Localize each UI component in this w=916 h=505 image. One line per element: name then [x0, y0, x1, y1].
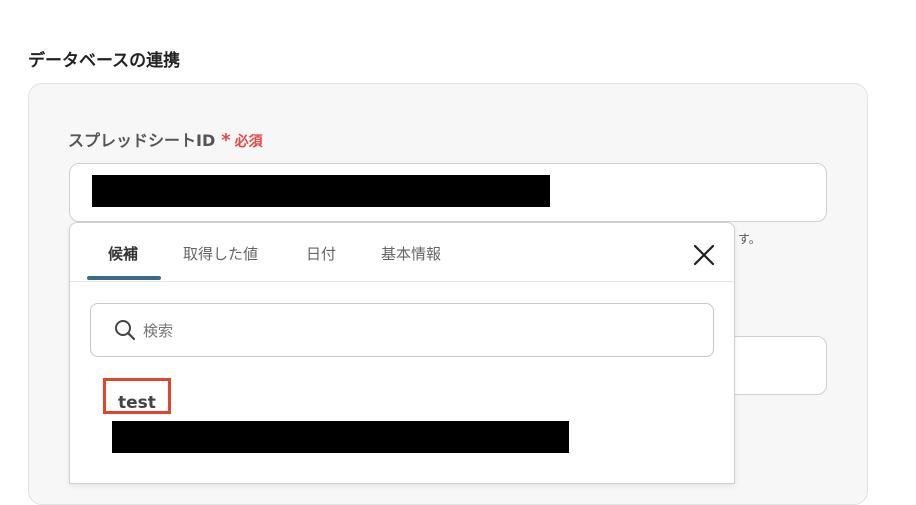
redacted-value	[112, 421, 569, 453]
redacted-value	[92, 175, 550, 207]
tab-candidates[interactable]: 候補	[108, 243, 138, 264]
close-icon[interactable]	[690, 241, 718, 269]
tab-date[interactable]: 日付	[306, 243, 336, 264]
tab-basic-info[interactable]: 基本情報	[381, 243, 441, 264]
section-title: データベースの連携	[28, 51, 181, 71]
result-item[interactable]: test	[100, 375, 700, 455]
search-icon	[113, 318, 137, 342]
required-asterisk: *	[221, 130, 231, 151]
field-hint: す。	[738, 232, 761, 246]
picker-tabs: 候補 取得した値 日付 基本情報	[70, 223, 734, 282]
active-tab-indicator	[87, 276, 161, 280]
tab-fetched-values[interactable]: 取得した値	[183, 243, 258, 264]
spreadsheet-id-label-text: スプレッドシートID	[68, 131, 216, 150]
required-text: 必須	[234, 134, 263, 150]
spreadsheet-id-label: スプレッドシートID * 必須	[68, 127, 263, 151]
value-picker-dropdown: 候補 取得した値 日付 基本情報 test	[69, 222, 735, 484]
result-title: test	[118, 393, 156, 413]
search-box	[90, 303, 714, 357]
search-input[interactable]	[141, 318, 685, 344]
